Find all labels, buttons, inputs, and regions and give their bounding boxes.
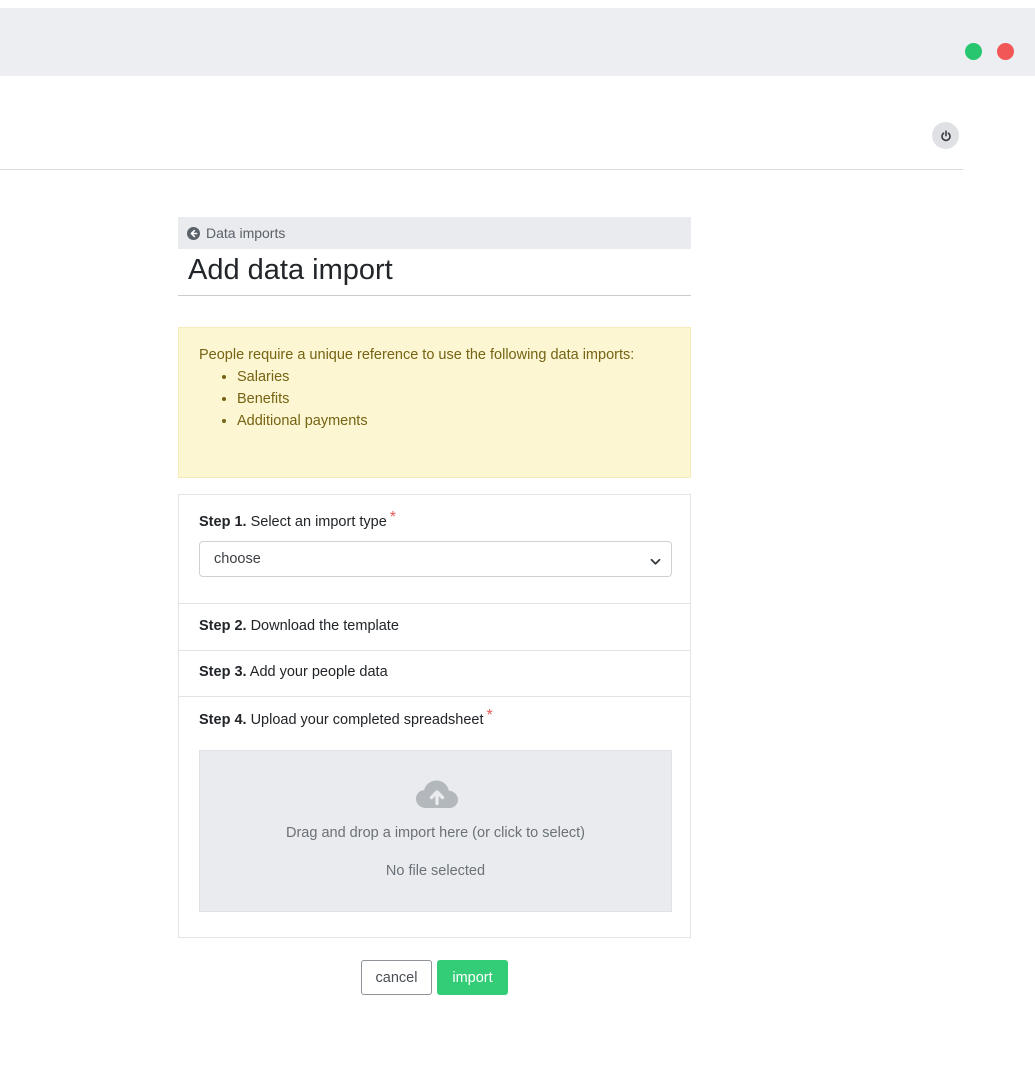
step-number: Step 2. <box>199 618 247 634</box>
info-alert: People require a unique reference to use… <box>178 327 691 478</box>
step-1-label: Step 1. Select an import type * <box>199 509 396 531</box>
import-type-select[interactable]: choose <box>199 541 672 577</box>
import-steps-card: Step 1. Select an import type * choose St… <box>178 494 691 938</box>
step-4: Step 4. Upload your completed spreadshee… <box>179 697 690 728</box>
breadcrumb-back-link[interactable]: Data imports <box>178 217 691 249</box>
chevron-down-icon <box>650 554 661 570</box>
alert-list-item: Salaries <box>237 366 670 388</box>
step-2[interactable]: Step 2. Download the template <box>179 604 690 650</box>
dropzone-status: No file selected <box>385 863 486 879</box>
step-1: Step 1. Select an import type * choose <box>179 495 690 603</box>
step-text: Select an import type <box>250 514 387 530</box>
arrow-circle-left-icon <box>187 226 200 240</box>
step-number: Step 4. <box>199 712 247 728</box>
alert-list: Salaries Benefits Additional payments <box>199 366 670 432</box>
window-close-dot[interactable] <box>997 43 1014 60</box>
cloud-upload-icon <box>415 779 459 816</box>
step-text: Download the template <box>250 618 399 634</box>
step-text: Add your people data <box>249 664 388 680</box>
window-maximize-dot[interactable] <box>965 43 982 60</box>
step-text: Upload your completed spreadsheet <box>250 712 484 728</box>
page-title: Add data import <box>188 254 393 286</box>
alert-list-item: Benefits <box>237 388 670 410</box>
file-dropzone[interactable]: Drag and drop a import here (or click to… <box>199 750 672 912</box>
required-marker: * <box>486 707 493 724</box>
step-number: Step 1. <box>199 514 247 530</box>
back-link-label: Data imports <box>206 225 286 241</box>
logout-button[interactable] <box>932 122 959 149</box>
step-number: Step 3. <box>199 664 247 680</box>
title-divider <box>178 295 691 296</box>
cancel-button[interactable]: cancel <box>361 960 432 995</box>
window-title-bar <box>0 8 1035 76</box>
dropzone-instruction: Drag and drop a import here (or click to… <box>286 825 585 841</box>
step-3[interactable]: Step 3. Add your people data <box>179 651 690 696</box>
alert-text: People require a unique reference to use… <box>199 347 635 363</box>
alert-list-item: Additional payments <box>237 410 670 432</box>
import-button[interactable]: import <box>437 960 508 995</box>
power-icon <box>940 129 952 142</box>
header-divider <box>0 169 963 170</box>
import-type-select-value: choose <box>214 551 261 567</box>
required-marker: * <box>389 509 397 526</box>
